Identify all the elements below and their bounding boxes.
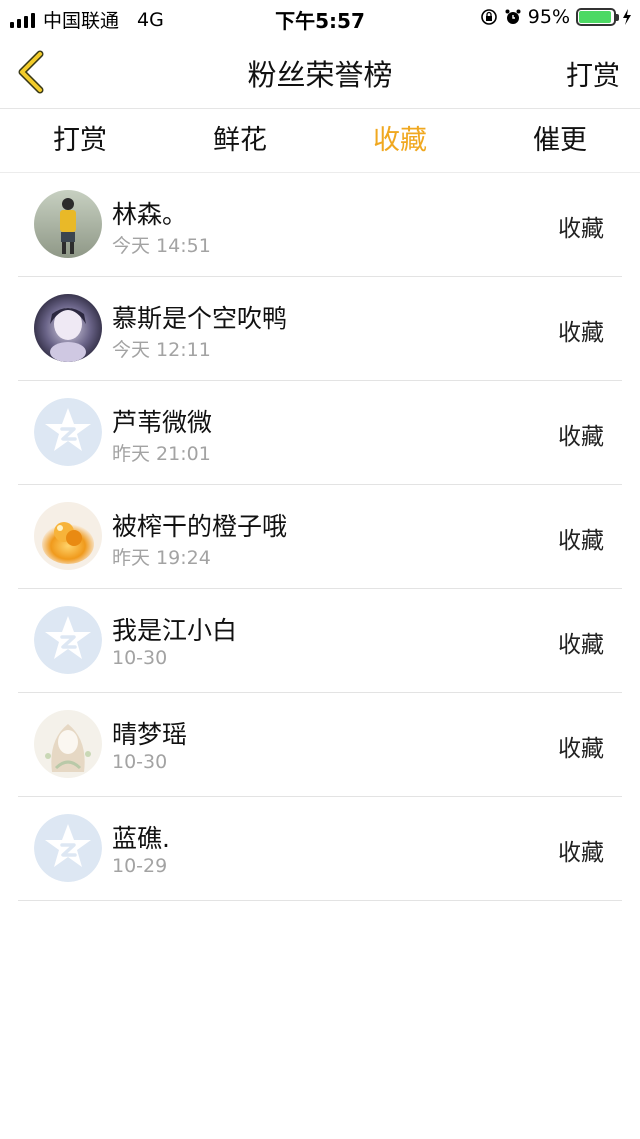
default-avatar-star-icon [34, 606, 102, 674]
battery-percent: 95% [527, 6, 570, 28]
list-item[interactable]: 慕斯是个空吹鸭 今天 12:11 收藏 [18, 277, 622, 381]
avatar [34, 710, 102, 778]
tab-collect[interactable]: 收藏 [320, 109, 480, 172]
avatar [34, 502, 102, 570]
alarm-icon [505, 9, 521, 24]
avatar [34, 190, 102, 258]
fan-time: 今天 12:11 [112, 339, 211, 361]
fan-time: 10-30 [112, 647, 168, 669]
charging-bolt-icon [623, 9, 631, 25]
list-item[interactable]: 被榨干的橙子哦 昨天 19:24 收藏 [18, 485, 622, 589]
tab-flowers[interactable]: 鲜花 [160, 109, 320, 172]
fan-name: 林森。 [112, 200, 188, 229]
fan-action: 收藏 [558, 840, 604, 866]
fan-action: 收藏 [558, 528, 604, 554]
fan-name: 被榨干的橙子哦 [112, 512, 288, 541]
list-item[interactable]: 蓝礁. 10-29 收藏 [18, 797, 622, 901]
fan-name: 芦苇微微 [112, 408, 213, 437]
fan-action: 收藏 [558, 424, 604, 450]
tab-reward[interactable]: 打赏 [0, 109, 160, 172]
fan-action: 收藏 [558, 736, 604, 762]
fan-time: 10-30 [112, 751, 168, 773]
page-title: 粉丝荣誉榜 [247, 58, 393, 92]
fan-name: 晴梦瑶 [112, 720, 188, 749]
list-item[interactable]: 晴梦瑶 10-30 收藏 [18, 693, 622, 797]
default-avatar-star-icon [34, 814, 102, 882]
list-item[interactable]: 我是江小白 10-30 收藏 [18, 589, 622, 693]
fan-action: 收藏 [558, 320, 604, 346]
default-avatar-star-icon [34, 398, 102, 466]
status-right: 95% [480, 6, 632, 28]
status-bar: 中国联通 4G 下午5:57 95% [0, 0, 640, 36]
tab-bar: 打赏 鲜花 收藏 催更 [0, 109, 640, 173]
fan-action: 收藏 [558, 216, 604, 242]
battery-icon [576, 8, 619, 26]
nav-bar: 粉丝荣誉榜 打赏 [0, 36, 640, 109]
reward-button[interactable]: 打赏 [566, 54, 620, 93]
avatar [34, 294, 102, 362]
avatar [34, 398, 102, 466]
fan-time: 今天 14:51 [112, 235, 211, 257]
list-item[interactable]: 林森。 今天 14:51 收藏 [18, 173, 622, 277]
avatar [34, 814, 102, 882]
list-item[interactable]: 芦苇微微 昨天 21:01 收藏 [18, 381, 622, 485]
fan-time: 10-29 [112, 855, 168, 877]
fan-name: 我是江小白 [112, 616, 238, 645]
fan-action: 收藏 [558, 632, 604, 658]
tab-urge[interactable]: 催更 [480, 109, 640, 172]
fan-list: 林森。 今天 14:51 收藏 慕斯是个空吹鸭 今天 12:11 收藏 芦苇微微… [18, 173, 622, 901]
fan-name: 慕斯是个空吹鸭 [112, 304, 288, 333]
avatar [34, 606, 102, 674]
fan-time: 昨天 21:01 [112, 443, 211, 465]
fan-time: 昨天 19:24 [112, 547, 211, 569]
orientation-lock-icon [480, 9, 497, 25]
fan-name: 蓝礁. [112, 824, 170, 853]
